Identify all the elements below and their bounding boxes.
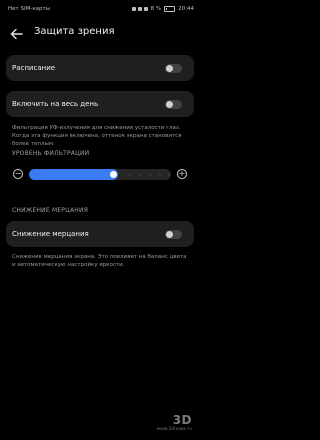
flicker-description: Снижение мерцания экрана. Это повлияет н… [12,254,187,268]
bluetooth-icon [137,7,142,11]
page-title: Защита зрения [34,26,115,37]
flicker-toggle[interactable] [165,230,182,239]
schedule-toggle[interactable] [165,64,182,73]
back-button[interactable] [10,26,24,40]
all-day-toggle[interactable] [165,100,182,109]
slider-step-dot [168,173,170,176]
flicker-card: Снижение мерцания [6,221,194,247]
toggle-knob [166,65,173,72]
status-bar: Нет SIM-карты 8 % 20:44 [0,0,200,22]
toggle-knob [166,231,173,238]
slider-track[interactable] [29,169,171,180]
slider-step-dot [129,173,131,176]
schedule-label: Расписание [12,64,56,72]
slider-step-dot [139,173,141,176]
plus-icon[interactable]: + [177,169,187,179]
slider-step-dot [149,173,151,176]
schedule-card: Расписание [6,55,194,81]
all-day-row[interactable]: Включить на весь день [6,92,194,116]
filter-level-heading: УРОВЕНЬ ФИЛЬТРАЦИИ [12,150,90,157]
slider-thumb[interactable] [110,171,117,178]
wifi-icon [143,7,148,11]
toggle-knob [166,101,173,108]
filter-level-slider[interactable]: − + [13,166,187,184]
flicker-heading: СНИЖЕНИЕ МЕРЦАНИЯ [12,207,89,214]
carrier-text: Нет SIM-карты [8,6,51,12]
clock: 20:44 [178,6,194,12]
watermark-site: www.3dnews.ru [156,427,192,432]
minus-icon[interactable]: − [13,169,23,179]
battery-percent: 8 % [150,6,162,12]
watermark: 3D www.3dnews.ru [156,413,192,432]
watermark-logo: 3D [172,413,192,427]
battery-icon [164,6,176,12]
arrow-left-icon [10,28,23,40]
all-day-label: Включить на весь день [12,100,99,108]
schedule-row[interactable]: Расписание [6,56,194,80]
status-right: 8 % 20:44 [131,6,194,12]
flicker-row[interactable]: Снижение мерцания [6,222,194,246]
slider-step-dot [159,173,161,176]
all-day-card: Включить на весь день [6,91,194,117]
flicker-label: Снижение мерцания [12,230,89,238]
slider-fill [29,169,118,180]
nfc-icon [131,7,136,11]
status-icons [131,7,148,11]
filter-description: Фильтрация УФ-излучения для снижения уст… [12,125,182,147]
